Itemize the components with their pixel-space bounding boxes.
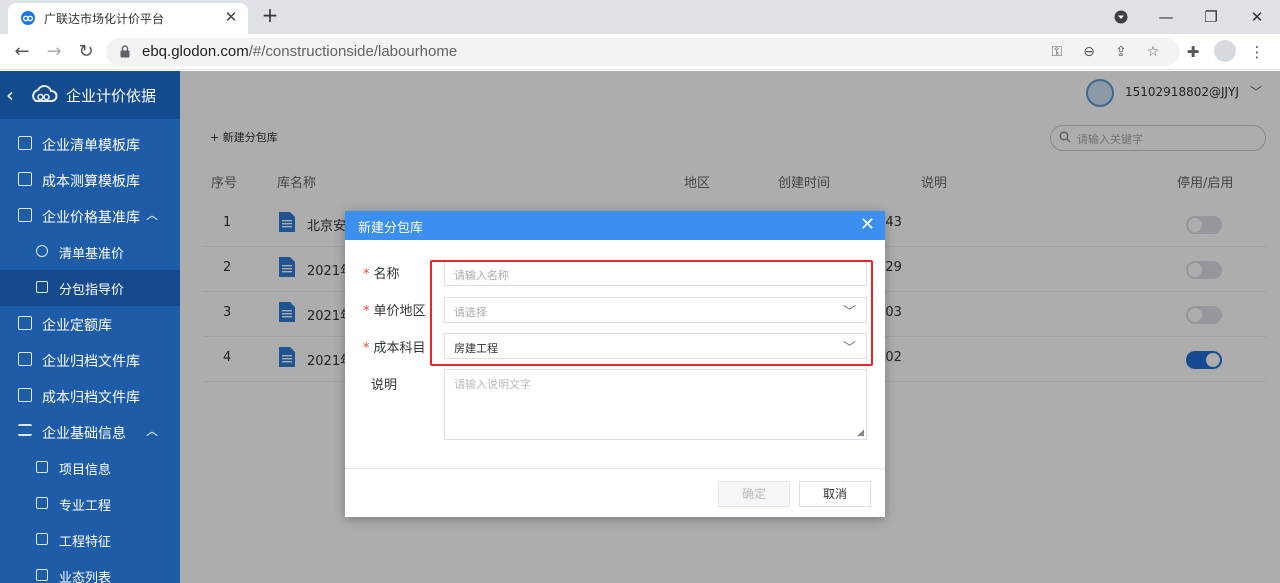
profile-avatar-icon[interactable] <box>1214 40 1236 62</box>
description-textarea[interactable]: 请输入说明文字 ◢ <box>444 369 867 440</box>
chevron-up-icon[interactable]: ︿ <box>146 206 158 223</box>
resize-grip-icon[interactable]: ◢ <box>857 428 864 438</box>
sidebar-title: 企业计价依据 <box>66 87 157 105</box>
dialog-footer: 确定 取消 <box>345 468 885 517</box>
browser-menu-icon[interactable] <box>1110 6 1132 28</box>
sidebar-item-label: 企业基础信息 <box>42 426 126 442</box>
forward-icon[interactable]: → <box>42 40 66 64</box>
calc-icon <box>18 172 32 186</box>
monitor-icon <box>18 208 32 222</box>
label-text: 单价地区 <box>373 304 426 319</box>
sidebar-item-label: 业态列表 <box>59 571 112 583</box>
sidebar-item-label: 分包指导价 <box>59 283 125 298</box>
more-menu-icon[interactable]: ⋮ <box>1246 41 1268 63</box>
book-icon <box>18 316 32 330</box>
address-bar[interactable]: ebq.glodon.com/#/constructionside/labour… <box>106 38 1180 66</box>
sidebar-item-label: 清单基准价 <box>59 247 125 262</box>
sidebar: ‹ 企业计价依据 企业清单模板库 成本测算模板库 企业价格基准库 ︿ 清单基准价… <box>0 71 180 583</box>
list-icon <box>36 569 48 581</box>
share-icon[interactable]: ⇪ <box>1112 43 1130 61</box>
sidebar-item-label: 专业工程 <box>59 499 112 514</box>
url-text: ebq.glodon.com/#/constructionside/labour… <box>142 43 457 60</box>
sidebar-item-project-info[interactable]: 项目信息 <box>0 450 180 486</box>
sidebar-item-list-price[interactable]: 清单基准价 <box>0 234 180 270</box>
brand-logo-icon <box>32 85 58 102</box>
lock-icon <box>120 45 130 58</box>
name-field-label: * 名称 <box>363 263 400 282</box>
menu-icon <box>18 424 32 436</box>
yen-icon <box>36 245 48 257</box>
sidebar-item-features[interactable]: 工程特征 <box>0 522 180 558</box>
sidebar-item-quota[interactable]: 企业定额库 <box>0 306 180 342</box>
required-mark: * <box>363 304 370 319</box>
sidebar-item-specialty[interactable]: 专业工程 <box>0 486 180 522</box>
sidebar-item-label: 项目信息 <box>59 463 112 478</box>
annotation-highlight-box <box>430 260 873 366</box>
sidebar-item-label: 成本归档文件库 <box>42 390 140 406</box>
sidebar-item-label: 企业清单模板库 <box>42 138 140 154</box>
bookmark-star-icon[interactable]: ☆ <box>1144 43 1162 61</box>
archive-icon <box>18 388 32 402</box>
sidebar-item-label: 成本测算模板库 <box>42 174 140 190</box>
label-text: 成本科目 <box>373 341 426 356</box>
back-icon[interactable]: ← <box>10 40 34 64</box>
tab-close-icon[interactable]: ✕ <box>222 8 240 26</box>
doc-icon <box>36 281 48 293</box>
back-chevron-icon[interactable]: ‹ <box>6 83 14 107</box>
restore-button[interactable]: ❐ <box>1200 6 1222 28</box>
close-window-button[interactable]: ✕ <box>1246 6 1268 28</box>
sidebar-item-cost-archive[interactable]: 成本归档文件库 <box>0 378 180 414</box>
sidebar-item-cost-template[interactable]: 成本测算模板库 <box>0 162 180 198</box>
frame-icon <box>36 533 48 545</box>
sidebar-item-archive[interactable]: 企业归档文件库 <box>0 342 180 378</box>
dialog-header: 新建分包库 ✕ <box>345 211 885 240</box>
cancel-button[interactable]: 取消 <box>799 481 871 507</box>
site-favicon-icon <box>21 11 35 25</box>
label-text: 名称 <box>373 267 400 282</box>
archive-icon <box>18 352 32 366</box>
region-field-label: * 单价地区 <box>363 300 426 319</box>
sidebar-header: ‹ 企业计价依据 <box>0 71 180 119</box>
url-host: ebq.glodon.com <box>142 43 249 60</box>
list-icon <box>18 136 32 150</box>
cost-field-label: * 成本科目 <box>363 337 426 356</box>
new-tab-button[interactable]: + <box>259 5 281 27</box>
required-mark: * <box>363 267 370 282</box>
sidebar-item-label: 企业归档文件库 <box>42 354 140 370</box>
key-icon[interactable]: ⚿ <box>1048 43 1066 61</box>
desc-placeholder: 请输入说明文字 <box>454 378 531 391</box>
monitor-icon <box>36 497 48 509</box>
sidebar-item-label: 企业定额库 <box>42 318 112 334</box>
sidebar-item-subcontract-price[interactable]: 分包指导价 <box>0 270 180 306</box>
sidebar-item-label: 企业价格基准库 <box>42 210 140 226</box>
close-icon[interactable]: ✕ <box>860 215 875 235</box>
browser-tab[interactable]: 广联达市场化计价平台 ✕ <box>8 3 248 34</box>
zoom-icon[interactable]: ⊖ <box>1080 43 1098 61</box>
browser-toolbar: ← → ↻ ebq.glodon.com/#/constructionside/… <box>0 34 1280 70</box>
sidebar-item-business-list[interactable]: 业态列表 <box>0 558 180 583</box>
confirm-button[interactable]: 确定 <box>718 481 790 507</box>
sidebar-item-label: 工程特征 <box>59 535 112 550</box>
sidebar-item-list-template[interactable]: 企业清单模板库 <box>0 126 180 162</box>
dialog-title: 新建分包库 <box>358 221 424 236</box>
browser-tabbar: 广联达市场化计价平台 ✕ + — ❐ ✕ <box>0 0 1280 34</box>
sidebar-item-basic-info[interactable]: 企业基础信息 ︿ <box>0 414 180 450</box>
folder-icon <box>36 461 48 473</box>
sidebar-item-price-base[interactable]: 企业价格基准库 ︿ <box>0 198 180 234</box>
url-path: /#/constructionside/labourhome <box>248 43 458 60</box>
minimize-button[interactable]: — <box>1155 6 1177 28</box>
desc-field-label: 说明 <box>371 378 398 393</box>
extensions-icon[interactable]: ✚ <box>1182 41 1204 63</box>
new-library-dialog: 新建分包库 ✕ * 名称 请输入名称 * 单价地区 请选择 ﹀ * 成本科目 房建工程… <box>345 211 885 517</box>
chevron-up-icon[interactable]: ︿ <box>146 422 158 439</box>
required-mark: * <box>363 341 370 356</box>
reload-icon[interactable]: ↻ <box>74 40 98 64</box>
tab-title: 广联达市场化计价平台 <box>44 12 165 26</box>
